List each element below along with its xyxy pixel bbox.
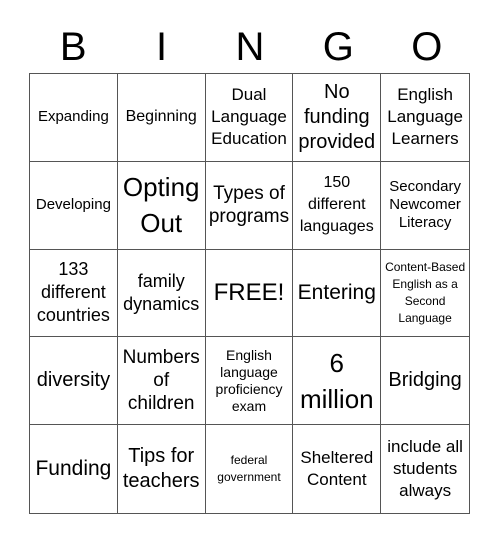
bingo-cell[interactable]: include all students always <box>381 425 469 513</box>
bingo-cell[interactable]: Tips for teachers <box>118 425 206 513</box>
header-letter-g: G <box>322 25 354 69</box>
bingo-cell[interactable]: Secondary Newcomer Literacy <box>381 162 469 250</box>
bingo-header: B I N G O <box>29 22 471 72</box>
bingo-cell[interactable]: Numbers of children <box>117 337 206 426</box>
bingo-cell[interactable]: Developing <box>30 161 118 250</box>
bingo-cell[interactable]: 6 million <box>293 337 382 426</box>
header-letter-i: I <box>156 25 168 69</box>
bingo-cell[interactable]: Content-Based English as a Second Langua… <box>381 250 469 338</box>
header-letter-o: O <box>411 25 443 69</box>
bingo-cell[interactable]: Funding <box>30 425 118 513</box>
header-letter-n: N <box>235 25 265 69</box>
bingo-cell[interactable]: Beginning <box>117 74 206 162</box>
bingo-cell[interactable]: Opting Out <box>117 161 206 250</box>
bingo-cell[interactable]: Expanding <box>30 74 118 162</box>
bingo-cell[interactable]: 133 different countries <box>30 249 118 338</box>
bingo-cell[interactable]: Dual Language Education <box>205 74 294 162</box>
bingo-cell[interactable]: No funding provided <box>293 74 382 162</box>
bingo-cell[interactable]: diversity <box>30 337 118 426</box>
bingo-cell[interactable]: Sheltered Content <box>293 425 382 513</box>
bingo-cell[interactable]: Types of programs <box>205 161 294 250</box>
bingo-cell[interactable]: English language proficiency exam <box>205 337 294 426</box>
bingo-cell[interactable]: federal government <box>206 425 294 513</box>
free-space-cell[interactable]: FREE! <box>205 249 294 338</box>
header-letter-b: B <box>59 25 87 69</box>
bingo-cell[interactable]: English Language Learners <box>381 74 469 162</box>
bingo-cell[interactable]: Bridging <box>381 337 469 426</box>
bingo-cell[interactable]: family dynamics <box>117 249 206 338</box>
bingo-grid: Expanding Beginning Dual Language Educat… <box>29 73 470 514</box>
bingo-cell[interactable]: 150 different languages <box>293 161 382 250</box>
bingo-cell[interactable]: Entering <box>293 249 382 338</box>
